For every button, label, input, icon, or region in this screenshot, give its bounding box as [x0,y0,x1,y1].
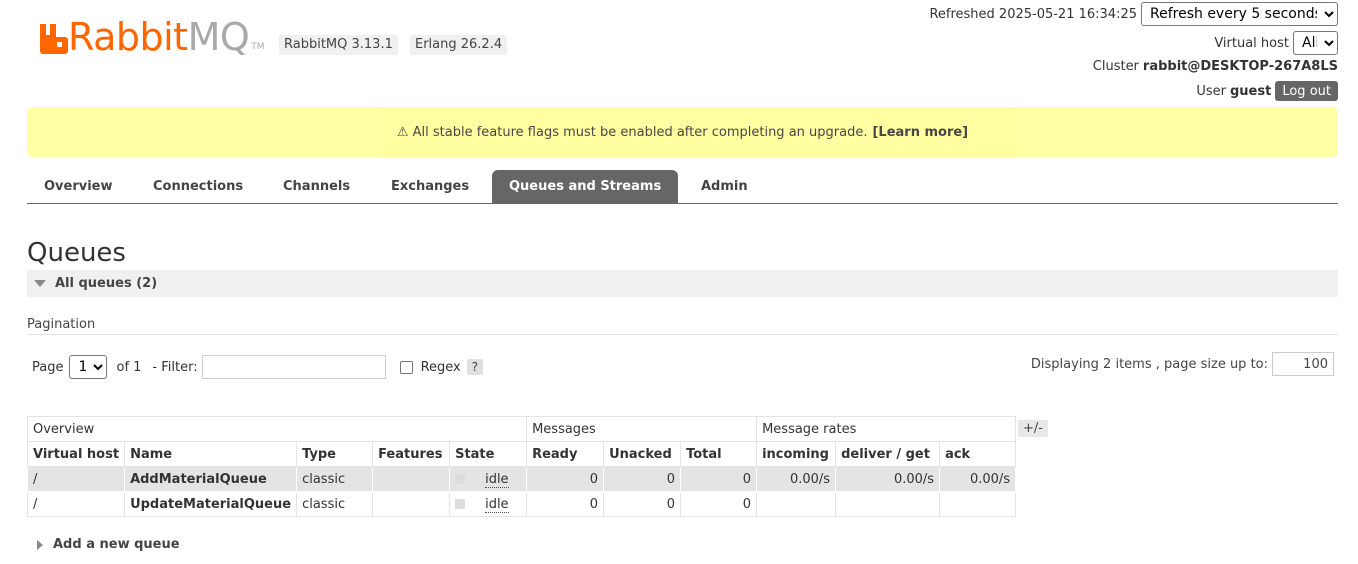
tab-overview[interactable]: Overview [27,170,130,203]
all-queues-section-toggle[interactable]: All queues (2) [27,270,1338,297]
state-indicator-icon [455,499,466,509]
add-queue-section-toggle[interactable]: Add a new queue [37,537,180,552]
group-messages: Messages [526,416,758,442]
cluster-row: Cluster rabbit@DESKTOP-267A8LS [1093,59,1338,74]
cluster-label: Cluster [1092,59,1139,74]
regex-label: Regex [420,359,461,375]
cell-ready: 0 [526,466,605,492]
cell-state: idle [449,466,528,492]
page-title: Queues [27,238,126,268]
page-label: Page [32,359,64,375]
logout-button[interactable]: Log out [1275,81,1338,101]
col-virtual-host[interactable]: Virtual host [26,441,126,467]
cell-unacked: 0 [603,466,682,492]
pager-controls: Page 1 of 1 - Filter: Regex ? [32,355,484,379]
user-name: guest [1230,83,1272,99]
virtual-host-row: Virtual host All [1214,31,1338,55]
page-size-input[interactable] [1272,352,1334,376]
toggle-columns-button[interactable]: +/- [1018,420,1048,437]
cell-ready: 0 [526,491,605,517]
queues-table: Overview Messages Message rates Virtual … [26,416,1017,517]
state-label: idle [485,471,509,488]
col-name[interactable]: Name [124,441,298,467]
tab-channels[interactable]: Channels [266,170,367,203]
tab-queues-and-streams[interactable]: Queues and Streams [492,170,679,203]
col-deliver-get[interactable]: deliver / get [835,441,941,467]
virtual-host-select[interactable]: All [1293,31,1338,55]
state-label: idle [485,496,509,513]
table-column-header: Virtual host Name Type Features State Re… [26,441,1017,467]
tab-exchanges[interactable]: Exchanges [374,170,486,203]
cell-vhost: / [26,491,126,517]
cell-deliver-get [835,491,941,517]
logo-brand-primary: Rabbit [68,15,188,59]
tab-connections[interactable]: Connections [136,170,260,203]
logo-brand-secondary: MQ [187,15,250,59]
state-indicator-icon [455,474,466,484]
cell-type: classic [296,466,374,492]
section-title: All queues (2) [55,276,158,291]
cell-ack [939,491,1017,517]
expand-triangle-icon [37,539,43,550]
refresh-row: Refreshed 2025-05-21 16:34:25 Refresh ev… [929,2,1338,26]
refresh-interval-select[interactable]: Refresh every 5 seconds [1141,2,1338,26]
feature-flags-banner: ⚠ All stable feature flags must be enabl… [27,107,1338,157]
cell-state: idle [449,491,528,517]
refreshed-timestamp: Refreshed 2025-05-21 16:34:25 [929,6,1137,22]
col-total[interactable]: Total [680,441,758,467]
cell-unacked: 0 [603,491,682,517]
queue-name-link[interactable]: AddMaterialQueue [124,466,298,492]
page-size-control: Displaying 2 items , page size up to: [1031,352,1334,376]
add-queue-label: Add a new queue [53,537,180,552]
learn-more-link[interactable]: [Learn more] [872,125,968,140]
user-row: User guest Log out [1196,81,1338,101]
col-ack[interactable]: ack [939,441,1017,467]
queue-name-link[interactable]: UpdateMaterialQueue [124,491,298,517]
collapse-triangle-icon [34,280,46,287]
tab-admin[interactable]: Admin [684,170,765,203]
table-row[interactable]: / AddMaterialQueue classic idle 0 0 0 0.… [26,466,1017,492]
table-group-header: Overview Messages Message rates [26,416,1017,442]
pagination-divider [27,334,1338,335]
group-overview: Overview [26,416,528,442]
cell-deliver-get: 0.00/s [835,466,941,492]
col-ready[interactable]: Ready [526,441,605,467]
cell-total: 0 [680,491,758,517]
erlang-version-badge: Erlang 26.2.4 [410,35,508,55]
logo-wordmark: RabbitMQ [68,18,250,56]
cell-ack: 0.00/s [939,466,1017,492]
cell-type: classic [296,491,374,517]
cell-features [372,466,451,492]
filter-input[interactable] [201,355,386,379]
regex-help-icon[interactable]: ? [466,359,484,375]
page-select[interactable]: 1 [69,355,108,379]
table-row[interactable]: / UpdateMaterialQueue classic idle 0 0 0 [26,491,1017,517]
rabbitmq-version-badge: RabbitMQ 3.13.1 [279,35,398,55]
displaying-items-label: Displaying 2 items , page size up to: [1030,356,1268,372]
virtual-host-label: Virtual host [1214,35,1289,51]
col-type[interactable]: Type [296,441,374,467]
pagination-label: Pagination [27,317,96,332]
user-label: User [1196,83,1226,99]
cell-features [372,491,451,517]
main-nav-tabs: Overview Connections Channels Exchanges … [27,170,1338,204]
col-features[interactable]: Features [372,441,451,467]
col-incoming[interactable]: incoming [756,441,837,467]
col-unacked[interactable]: Unacked [603,441,682,467]
page-count: of 1 [116,359,142,375]
regex-checkbox[interactable] [399,360,413,374]
cell-incoming: 0.00/s [756,466,837,492]
filter-label: - Filter: [152,359,198,375]
banner-message: ⚠ All stable feature flags must be enabl… [396,124,868,140]
cell-vhost: / [26,466,126,492]
col-state[interactable]: State [449,441,528,467]
logo-trademark: TM [251,42,265,52]
cell-incoming [756,491,837,517]
cluster-name: rabbit@DESKTOP-267A8LS [1142,59,1338,74]
group-message-rates: Message rates [756,416,1017,442]
rabbit-logo-icon [40,24,68,54]
rabbitmq-logo[interactable]: RabbitMQ TM [38,14,265,56]
cell-total: 0 [680,466,758,492]
